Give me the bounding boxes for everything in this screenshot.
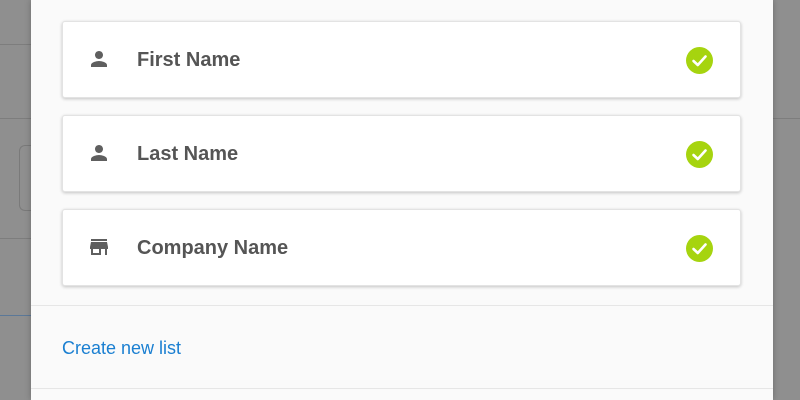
field-label: First Name (137, 49, 241, 71)
section-divider (31, 388, 773, 389)
create-new-list-link[interactable]: Create new list (62, 337, 181, 359)
section-divider (31, 305, 773, 306)
field-option-last-name[interactable]: Last Name (62, 115, 741, 192)
background-divider (772, 118, 800, 119)
field-label: Company Name (137, 237, 289, 259)
check-circle-icon (686, 235, 713, 262)
field-option-company-name[interactable]: Company Name (62, 209, 741, 286)
modal-dialog: First Name Last Name Company Name Create… (31, 0, 773, 400)
person-icon (91, 145, 107, 161)
person-icon (91, 51, 107, 67)
field-list: First Name Last Name Company Name (62, 21, 741, 303)
check-circle-icon (686, 141, 713, 168)
store-icon (90, 239, 108, 255)
field-option-first-name[interactable]: First Name (62, 21, 741, 98)
check-circle-icon (686, 47, 713, 74)
field-label: Last Name (137, 143, 239, 165)
